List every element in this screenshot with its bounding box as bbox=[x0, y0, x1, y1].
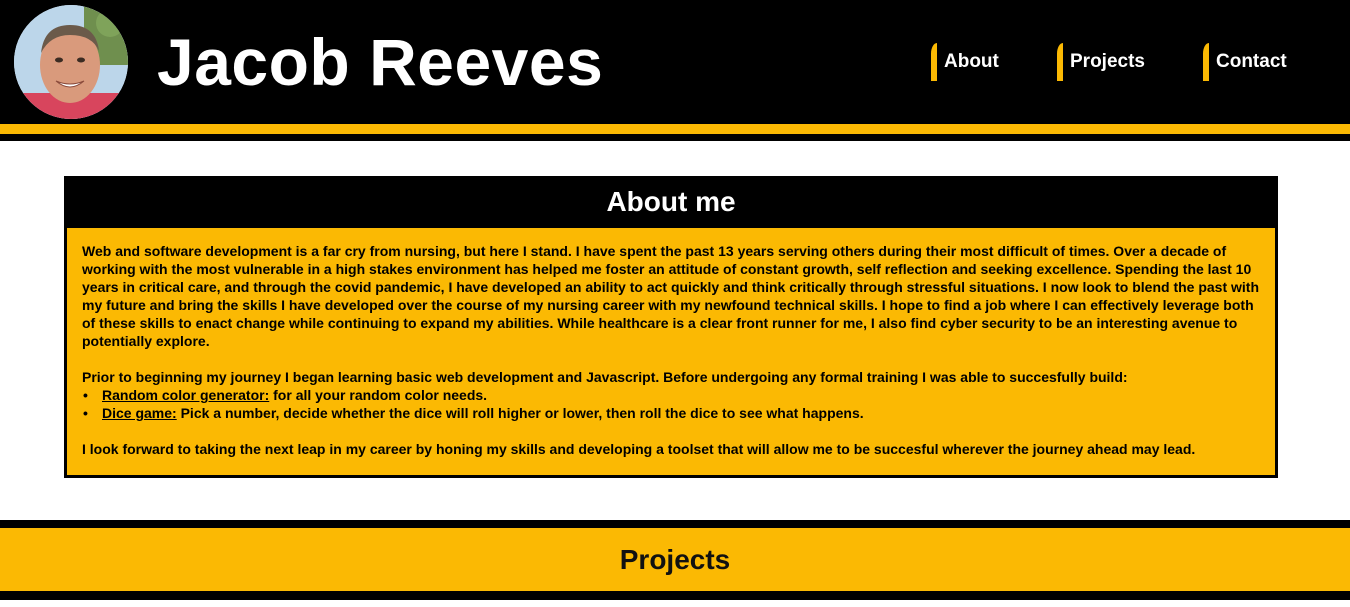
list-item-description: Pick a number, decide whether the dice w… bbox=[176, 405, 864, 421]
site-header: Jacob Reeves About Projects Contact bbox=[0, 0, 1350, 141]
nav-about-label: About bbox=[944, 51, 999, 72]
list-item: • Dice game: Pick a number, decide wheth… bbox=[82, 404, 1260, 422]
nav-projects-label: Projects bbox=[1070, 51, 1145, 72]
nav-about-link[interactable]: About bbox=[931, 43, 999, 81]
projects-heading: Projects bbox=[619, 543, 731, 575]
list-item: • Random color generator: for all your r… bbox=[82, 386, 1260, 404]
projects-section: Projects bbox=[0, 520, 1350, 600]
bullet-icon: • bbox=[83, 405, 88, 421]
nav-contact-label: Contact bbox=[1216, 51, 1287, 72]
nav-contact-link[interactable]: Contact bbox=[1203, 43, 1287, 81]
about-section: About me Web and software development is… bbox=[64, 176, 1278, 478]
projects-banner: Projects bbox=[0, 528, 1350, 591]
nav-bracket-icon bbox=[1203, 43, 1209, 81]
bullet-icon: • bbox=[83, 387, 88, 403]
profile-photo bbox=[14, 5, 128, 119]
site-title: Jacob Reeves bbox=[157, 25, 604, 99]
about-paragraph-2: Prior to beginning my journey I began le… bbox=[82, 369, 1128, 385]
about-paragraph-1: Web and software development is a far cr… bbox=[82, 243, 1260, 349]
nav-bracket-icon bbox=[931, 43, 937, 81]
about-paragraph-3: I look forward to taking the next leap i… bbox=[82, 441, 1196, 457]
list-item-description: for all your random color needs. bbox=[269, 387, 488, 403]
early-projects-list: • Random color generator: for all your r… bbox=[82, 386, 1260, 422]
nav-projects-link[interactable]: Projects bbox=[1057, 43, 1145, 81]
dice-game-link[interactable]: Dice game: bbox=[102, 405, 177, 421]
random-color-generator-link[interactable]: Random color generator: bbox=[102, 387, 269, 403]
about-body: Web and software development is a far cr… bbox=[67, 228, 1275, 475]
nav-bracket-icon bbox=[1057, 43, 1063, 81]
about-heading: About me bbox=[606, 186, 736, 217]
header-accent-stripe bbox=[0, 124, 1350, 134]
avatar bbox=[14, 5, 128, 119]
